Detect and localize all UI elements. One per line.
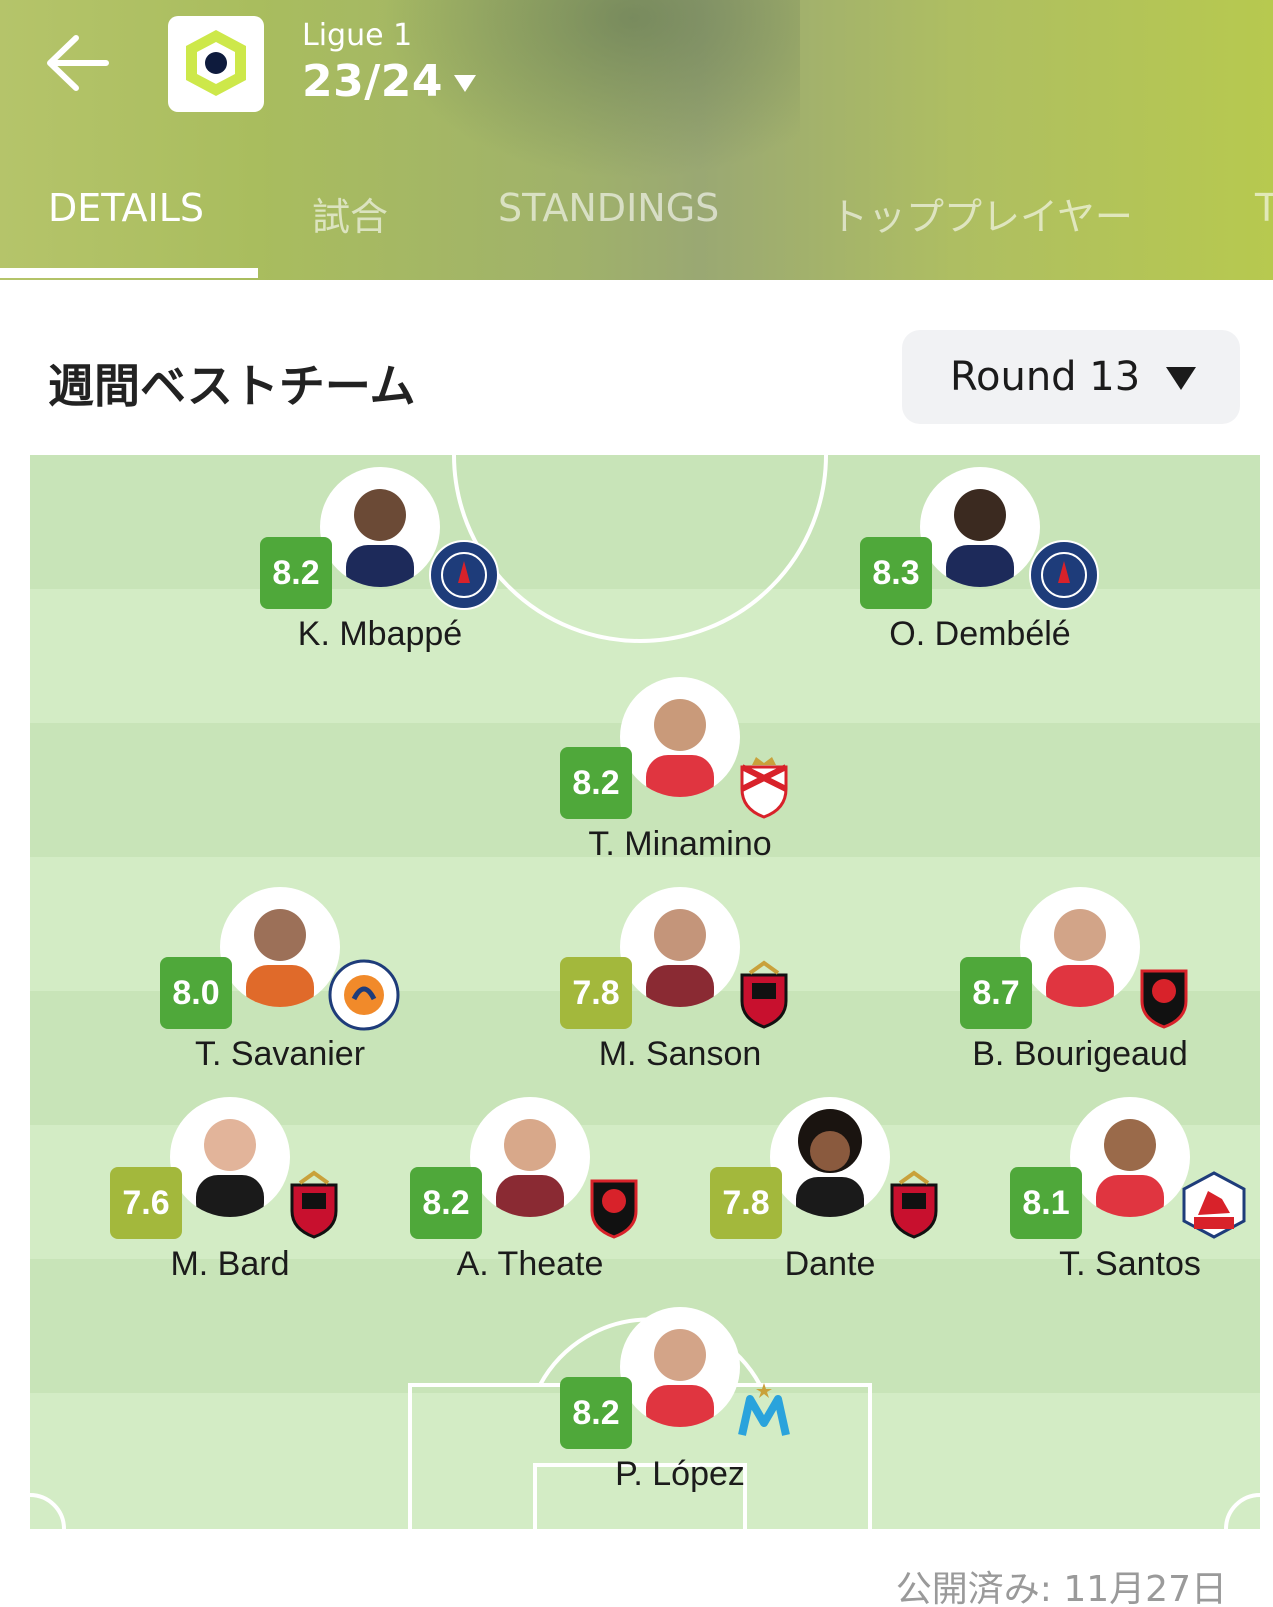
player-photo	[170, 1097, 290, 1217]
published-date: 公開済み: 11月27日	[895, 1569, 1227, 1607]
tab-bar: DETAILS 試合 STANDINGS トッププレイヤー T	[0, 168, 1273, 280]
player-name: T. Minamino	[588, 825, 772, 863]
montpellier-crest-icon	[328, 959, 400, 1031]
pitch: 8.2 K. Mbappé 8.3 O. Dembélé 8.2 T. Mina…	[30, 455, 1260, 1529]
player-name: T. Savanier	[194, 1035, 366, 1073]
player-name: A. Theate	[456, 1245, 604, 1283]
player-card[interactable]: 8.1 T. Santos	[980, 1085, 1260, 1285]
player-card[interactable]: 8.3 O. Dembélé	[830, 455, 1130, 655]
psg-crest-icon	[429, 540, 499, 610]
player-photo	[920, 467, 1040, 587]
player-card[interactable]: 8.2 P. López	[530, 1295, 830, 1495]
chevron-down-icon[interactable]	[452, 72, 478, 94]
tab-standings[interactable]: STANDINGS	[498, 186, 719, 230]
player-card[interactable]: 7.8 M. Sanson	[530, 875, 830, 1075]
rennes-crest-icon	[1140, 969, 1188, 1029]
marseille-crest-icon	[738, 1383, 790, 1436]
player-rating: 8.3	[860, 537, 932, 609]
player-name: O. Dembélé	[889, 615, 1071, 653]
player-photo	[620, 887, 740, 1007]
round-dropdown[interactable]: Round 13	[902, 330, 1240, 424]
ligue1-logo-icon	[186, 30, 246, 96]
player-rating: 8.2	[260, 537, 332, 609]
player-rating: 7.8	[710, 1167, 782, 1239]
section-title: 週間ベストチーム	[48, 359, 416, 413]
player-card[interactable]: 8.2 T. Minamino	[530, 665, 830, 865]
app-header: Ligue 1 23/24 DETAILS 試合 STANDINGS トッププレ…	[0, 0, 1273, 280]
player-card[interactable]: 8.2 K. Mbappé	[230, 455, 530, 655]
season-selector[interactable]: 23/24	[302, 56, 443, 107]
player-name: Dante	[784, 1245, 876, 1283]
player-rating: 8.0	[160, 957, 232, 1029]
lille-crest-icon	[1182, 1171, 1246, 1239]
active-tab-indicator	[0, 268, 258, 278]
player-rating: 7.6	[110, 1167, 182, 1239]
player-name: B. Bourigeaud	[972, 1035, 1188, 1073]
player-rating: 7.8	[560, 957, 632, 1029]
monaco-crest-icon	[740, 757, 788, 819]
back-arrow-icon[interactable]	[40, 28, 120, 98]
player-card[interactable]: 7.8 Dante	[680, 1085, 980, 1285]
player-photo	[220, 887, 340, 1007]
player-photo	[470, 1097, 590, 1217]
round-dropdown-label: Round 13	[950, 354, 1141, 400]
player-photo	[1070, 1097, 1190, 1217]
ligue1-logo	[168, 16, 264, 112]
tab-matches[interactable]: 試合	[312, 186, 388, 241]
caret-down-icon	[1166, 367, 1196, 390]
tab-details[interactable]: DETAILS	[48, 186, 204, 230]
psg-crest-icon	[1029, 540, 1099, 610]
tab-overflow[interactable]: T	[1255, 186, 1273, 230]
player-photo	[620, 1307, 740, 1427]
nice-crest-icon	[890, 1170, 938, 1239]
player-card[interactable]: 7.6 M. Bard	[80, 1085, 380, 1285]
player-photo	[1020, 887, 1140, 1007]
player-name: M. Bard	[170, 1245, 290, 1283]
nice-crest-icon	[290, 1170, 338, 1239]
league-name: Ligue 1	[302, 18, 413, 53]
player-rating: 8.7	[960, 957, 1032, 1029]
player-rating: 8.2	[410, 1167, 482, 1239]
player-photo	[620, 677, 740, 797]
player-card[interactable]: 8.0 T. Savanier	[130, 875, 430, 1075]
player-rating: 8.2	[560, 747, 632, 819]
player-card[interactable]: 8.2 A. Theate	[380, 1085, 680, 1285]
rennes-crest-icon	[590, 1179, 638, 1239]
player-name: M. Sanson	[598, 1035, 762, 1073]
player-name: T. Santos	[1059, 1245, 1201, 1283]
player-photo	[320, 467, 440, 587]
player-name: K. Mbappé	[297, 615, 463, 653]
player-name: P. López	[615, 1455, 745, 1493]
tab-top-players[interactable]: トッププレイヤー	[830, 186, 1133, 241]
nice-crest-icon	[740, 960, 788, 1029]
player-card[interactable]: 8.7 B. Bourigeaud	[930, 875, 1230, 1075]
player-rating: 8.1	[1010, 1167, 1082, 1239]
player-photo	[770, 1097, 890, 1217]
player-rating: 8.2	[560, 1377, 632, 1449]
